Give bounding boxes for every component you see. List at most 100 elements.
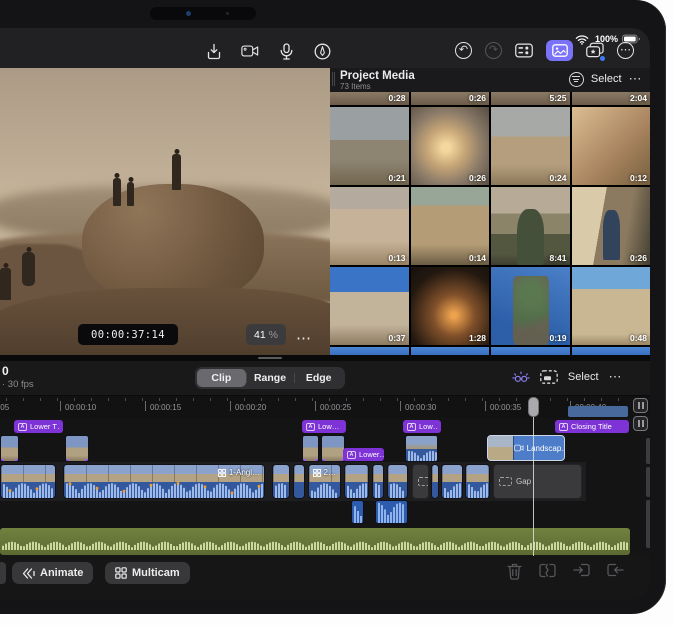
- mode-range[interactable]: Range: [246, 369, 295, 387]
- track-height-button[interactable]: [633, 398, 648, 413]
- timeline-more-icon[interactable]: ⋯: [609, 369, 623, 385]
- redo-icon[interactable]: ↷: [485, 42, 502, 59]
- storyline-clip[interactable]: [441, 464, 463, 499]
- microphone-icon[interactable]: [277, 42, 295, 60]
- audio-clip[interactable]: [375, 500, 408, 524]
- inspector-icon[interactable]: [515, 42, 533, 60]
- media-thumbnail[interactable]: 0:12: [572, 107, 651, 185]
- media-thumbnail[interactable]: 1:28: [411, 267, 490, 345]
- media-thumbnail[interactable]: 0:48: [572, 267, 651, 345]
- media-thumbnail[interactable]: 0:14: [411, 187, 490, 265]
- filter-icon[interactable]: [569, 72, 584, 87]
- vertical-scrollbar[interactable]: [646, 438, 650, 551]
- magic-tools-icon[interactable]: [512, 368, 530, 386]
- insert-clip-icon[interactable]: [573, 563, 590, 580]
- mode-edge[interactable]: Edge: [294, 369, 343, 387]
- connected-clip[interactable]: [65, 435, 89, 462]
- media-thumbnail[interactable]: 0:28: [330, 92, 409, 105]
- ruler-minor-tick: [346, 398, 347, 401]
- media-thumbnail[interactable]: 2:04: [572, 92, 651, 105]
- media-thumbnail[interactable]: 0:13: [330, 187, 409, 265]
- connected-clip-selected[interactable]: Landscap…: [487, 435, 565, 461]
- select-button[interactable]: Select: [591, 73, 622, 85]
- multicam-label: Multicam: [132, 567, 180, 579]
- trash-icon[interactable]: [507, 563, 522, 580]
- storyline-clip[interactable]: [387, 464, 408, 499]
- media-more-icon[interactable]: ⋯: [629, 71, 643, 87]
- overview-icon[interactable]: [540, 368, 558, 386]
- animate-button[interactable]: Animate: [12, 562, 93, 584]
- duration-badge: 0:19: [549, 333, 566, 343]
- ruler-minor-tick: [499, 398, 500, 401]
- media-browser-icon[interactable]: [546, 40, 573, 61]
- cutoff-button[interactable]: [0, 562, 6, 584]
- connected-clip[interactable]: [302, 435, 319, 462]
- storyline-clip[interactable]: [372, 464, 384, 499]
- storyline-clip[interactable]: [431, 464, 439, 499]
- multicam-button[interactable]: Multicam: [105, 562, 190, 584]
- ruler-minor-tick: [584, 398, 585, 401]
- timeline-ruler[interactable]: 00:00:0500:00:1000:00:1500:00:2000:00:25…: [0, 395, 650, 418]
- blade-icon[interactable]: [539, 563, 556, 580]
- panel-grip-icon[interactable]: [332, 72, 335, 86]
- titles-effects-icon[interactable]: [586, 42, 604, 60]
- media-thumbnail[interactable]: [411, 347, 490, 355]
- clip-thumbnail-strip: [373, 465, 383, 482]
- overwrite-clip-icon[interactable]: [607, 563, 624, 580]
- media-browser-title: Project Media: [340, 70, 415, 82]
- connected-clip[interactable]: [321, 435, 345, 462]
- title-clip[interactable]: ALower T…: [14, 420, 63, 433]
- storyline-clip[interactable]: [272, 464, 290, 499]
- title-clip[interactable]: ALow…: [403, 420, 441, 433]
- media-thumbnail[interactable]: 0:26: [411, 107, 490, 185]
- media-thumbnail[interactable]: 0:19: [491, 267, 570, 345]
- timeline-tracks[interactable]: ALower T…ALow…ALow…AClosing Title ALower…: [0, 418, 650, 555]
- import-icon[interactable]: [205, 42, 223, 60]
- notification-dot: [600, 56, 605, 61]
- media-thumbnail[interactable]: [491, 347, 570, 355]
- viewer[interactable]: 00:00:37:14 41 % ⋯: [0, 68, 330, 355]
- more-icon[interactable]: ⋯: [617, 42, 634, 59]
- connected-clip[interactable]: [405, 435, 438, 462]
- media-thumbnail[interactable]: 0:21: [330, 107, 409, 185]
- media-thumbnail[interactable]: [330, 347, 409, 355]
- storyline-clip[interactable]: [293, 464, 305, 499]
- timeline-select-button[interactable]: Select: [568, 371, 599, 383]
- playhead-handle[interactable]: [528, 397, 539, 417]
- undo-icon[interactable]: ↶: [455, 42, 472, 59]
- title-clip-label: Low…: [318, 422, 339, 431]
- title-icon: A: [347, 451, 356, 459]
- storyline-clip[interactable]: [0, 464, 56, 499]
- title-clip[interactable]: ALower…: [343, 448, 384, 461]
- title-clip[interactable]: ALow…: [302, 420, 346, 433]
- mode-clip[interactable]: Clip: [197, 369, 246, 387]
- title-clip[interactable]: AClosing Title: [555, 420, 629, 433]
- music-clip[interactable]: [0, 528, 630, 555]
- media-thumbnail[interactable]: 0:26: [411, 92, 490, 105]
- storyline-clip[interactable]: 1-Angl…: [63, 464, 265, 499]
- duration-badge: 0:14: [469, 253, 486, 263]
- clip-thumbnail-strip: [273, 465, 289, 482]
- audio-clip[interactable]: [351, 500, 364, 524]
- media-thumbnail[interactable]: 8:41: [491, 187, 570, 265]
- connected-clip[interactable]: [0, 435, 19, 462]
- storyline-clip[interactable]: 2…: [308, 464, 341, 499]
- clip-label: 1-Angl…: [218, 468, 260, 477]
- connected-clip-bar[interactable]: [568, 406, 628, 417]
- storyline-clip[interactable]: [465, 464, 490, 499]
- viewer-more-icon[interactable]: ⋯: [296, 329, 312, 347]
- media-items-count: 73 Items: [340, 82, 371, 91]
- media-thumbnail[interactable]: 0:37: [330, 267, 409, 345]
- storyline-clip[interactable]: [344, 464, 369, 499]
- gap-clip[interactable]: Gap: [493, 464, 582, 499]
- media-thumbnail[interactable]: 5:25: [491, 92, 570, 105]
- timecode-display[interactable]: 00:00:37:14: [78, 324, 178, 345]
- track-height-button-2[interactable]: [633, 416, 648, 431]
- zoom-level-control[interactable]: 41 %: [246, 324, 286, 345]
- pencil-icon[interactable]: [313, 42, 331, 60]
- camera-icon[interactable]: [241, 42, 259, 60]
- gap-clip[interactable]: G…: [412, 464, 429, 499]
- media-thumbnail[interactable]: 0:24: [491, 107, 570, 185]
- media-thumbnail[interactable]: 0:26: [572, 187, 651, 265]
- media-thumbnail[interactable]: [572, 347, 651, 355]
